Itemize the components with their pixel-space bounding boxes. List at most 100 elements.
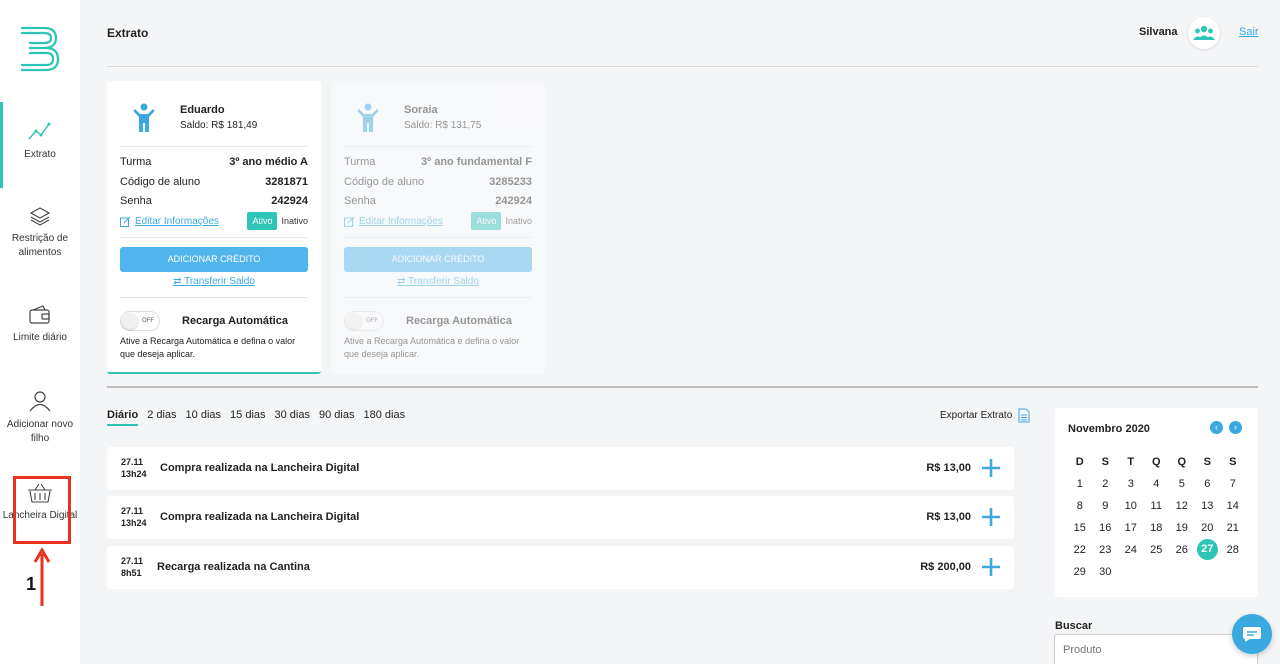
sidebar-item-extrato[interactable]: Extrato <box>0 102 80 188</box>
toggle-state: OFF <box>366 318 378 324</box>
label: Código de aluno <box>344 176 425 188</box>
calendar-day[interactable]: 28 <box>1220 539 1246 561</box>
transaction-date: 27.11 <box>121 506 144 516</box>
auto-recharge-description: Ative a Recarga Automática e defina o va… <box>120 336 296 359</box>
label: Turma <box>344 156 376 168</box>
status-active-button[interactable]: Ativo <box>471 212 502 230</box>
calendar-day[interactable]: 15 <box>1067 517 1093 539</box>
calendar-day[interactable]: 4 <box>1144 473 1170 495</box>
info-row-senha: Senha 242924 <box>120 195 308 207</box>
child-card-eduardo[interactable]: Eduardo Saldo: R$ 181,49 Turma 3º ano méd… <box>107 81 321 374</box>
info-row-codigo: Código de aluno 3281871 <box>120 176 308 188</box>
user-icon <box>29 391 51 412</box>
wallet-icon <box>29 305 50 324</box>
add-credit-button[interactable]: ADICIONAR CRÉDITO <box>344 247 532 272</box>
tab-15-dias[interactable]: 15 dias <box>230 409 265 426</box>
logout-link[interactable]: Sair <box>1239 26 1259 38</box>
tab-2-dias[interactable]: 2 dias <box>147 409 176 426</box>
calendar-day[interactable]: 7 <box>1220 473 1246 495</box>
calendar-day[interactable]: 2 <box>1093 473 1119 495</box>
transfer-label: Transferir Saldo <box>184 276 255 287</box>
info-row-codigo: Código de aluno 3285233 <box>344 176 532 188</box>
users-group-icon <box>1193 25 1215 40</box>
sidebar-item-restricao[interactable]: Restrição de alimentos <box>0 206 80 260</box>
calendar-day[interactable]: 27 <box>1195 539 1221 561</box>
calendar-day[interactable]: 24 <box>1118 539 1144 561</box>
search-label: Buscar <box>1055 620 1093 632</box>
calendar-day[interactable]: 16 <box>1093 517 1119 539</box>
child-name: Eduardo <box>180 104 225 116</box>
auto-recharge-toggle[interactable]: OFF <box>344 311 384 331</box>
sidebar-item-limite[interactable]: Limite diário <box>0 305 80 345</box>
label: Código de aluno <box>120 176 201 188</box>
expand-plus-icon[interactable] <box>980 556 1002 578</box>
calendar-day[interactable]: 19 <box>1169 517 1195 539</box>
avatar[interactable] <box>1188 17 1220 49</box>
calendar-day[interactable]: 10 <box>1118 495 1144 517</box>
sidebar-item-label: Limite diário <box>13 332 67 343</box>
tab-30-dias[interactable]: 30 dias <box>275 409 310 426</box>
calendar-day[interactable]: 17 <box>1118 517 1144 539</box>
divider <box>344 297 532 298</box>
calendar-day[interactable]: 18 <box>1144 517 1170 539</box>
transaction-row[interactable]: 27.11 13h24 Compra realizada na Lancheira… <box>107 496 1014 539</box>
calendar-next-button[interactable]: › <box>1229 421 1242 434</box>
search-input[interactable] <box>1054 634 1258 664</box>
sidebar-item-adicionar-filho[interactable]: Adicionar novo filho <box>0 390 80 446</box>
calendar-day[interactable]: 5 <box>1169 473 1195 495</box>
calendar-day[interactable]: 8 <box>1067 495 1093 517</box>
tab-180-dias[interactable]: 180 dias <box>363 409 405 426</box>
calendar-day[interactable]: 12 <box>1169 495 1195 517</box>
child-card-soraia[interactable]: Soraia Saldo: R$ 131,75 Turma 3º ano fund… <box>331 81 545 374</box>
divider <box>107 386 1258 388</box>
transaction-amount: R$ 200,00 <box>920 561 971 573</box>
status-active-button[interactable]: Ativo <box>247 212 278 230</box>
transaction-row[interactable]: 27.11 8h51 Recarga realizada na Cantina R… <box>107 546 1014 589</box>
expand-plus-icon[interactable] <box>980 506 1002 528</box>
calendar-day[interactable]: 6 <box>1195 473 1221 495</box>
calendar-weekday-header: D <box>1075 456 1084 468</box>
calendar-prev-button[interactable]: ‹ <box>1210 421 1223 434</box>
status-inactive-button[interactable]: Inativo <box>505 216 532 226</box>
auto-recharge-toggle[interactable]: OFF <box>120 311 160 331</box>
tab-10-dias[interactable]: 10 dias <box>186 409 221 426</box>
calendar-day[interactable]: 14 <box>1220 495 1246 517</box>
transfer-balance-link[interactable]: ⇄ Transferir Saldo <box>107 276 321 287</box>
child-icon <box>133 103 155 132</box>
edit-info-link[interactable]: Editar Informações <box>344 216 443 227</box>
calendar-day[interactable]: 29 <box>1067 561 1093 583</box>
calendar-day[interactable]: 26 <box>1169 539 1195 561</box>
value: 3285233 <box>489 176 532 188</box>
calendar-day[interactable]: 13 <box>1195 495 1221 517</box>
status-toggle: Ativo Inativo <box>471 212 532 230</box>
transaction-time: 8h51 <box>121 568 142 578</box>
export-statement-button[interactable]: Exportar Extrato <box>940 408 1030 423</box>
calendar-day[interactable]: 1 <box>1067 473 1093 495</box>
add-credit-button[interactable]: ADICIONAR CRÉDITO <box>120 247 308 272</box>
expand-plus-icon[interactable] <box>980 457 1002 479</box>
tab-90-dias[interactable]: 90 dias <box>319 409 354 426</box>
value: 3º ano médio A <box>229 156 308 168</box>
calendar-day[interactable]: 23 <box>1093 539 1119 561</box>
transfer-balance-link[interactable]: ⇄ Transferir Saldo <box>331 276 545 287</box>
calendar-day[interactable]: 30 <box>1093 561 1119 583</box>
chat-button[interactable] <box>1232 614 1272 654</box>
child-balance: Saldo: R$ 181,49 <box>180 120 258 131</box>
annotation-highlight-box <box>13 476 71 544</box>
status-toggle: Ativo Inativo <box>247 212 308 230</box>
calendar-day[interactable]: 3 <box>1118 473 1144 495</box>
calendar-day[interactable]: 21 <box>1220 517 1246 539</box>
info-row-senha: Senha 242924 <box>344 195 532 207</box>
edit-info-link[interactable]: Editar Informações <box>120 216 219 227</box>
transaction-date: 27.11 <box>121 556 144 566</box>
transfer-icon: ⇄ <box>397 276 406 287</box>
calendar-day[interactable]: 25 <box>1144 539 1170 561</box>
calendar-day[interactable]: 20 <box>1195 517 1221 539</box>
transaction-datetime: 27.11 8h51 <box>121 555 143 579</box>
calendar-day[interactable]: 11 <box>1144 495 1170 517</box>
calendar-day[interactable]: 22 <box>1067 539 1093 561</box>
status-inactive-button[interactable]: Inativo <box>281 216 308 226</box>
transaction-row[interactable]: 27.11 13h24 Compra realizada na Lancheira… <box>107 447 1014 490</box>
tab-diario[interactable]: Diário <box>107 409 139 426</box>
calendar-day[interactable]: 9 <box>1093 495 1119 517</box>
